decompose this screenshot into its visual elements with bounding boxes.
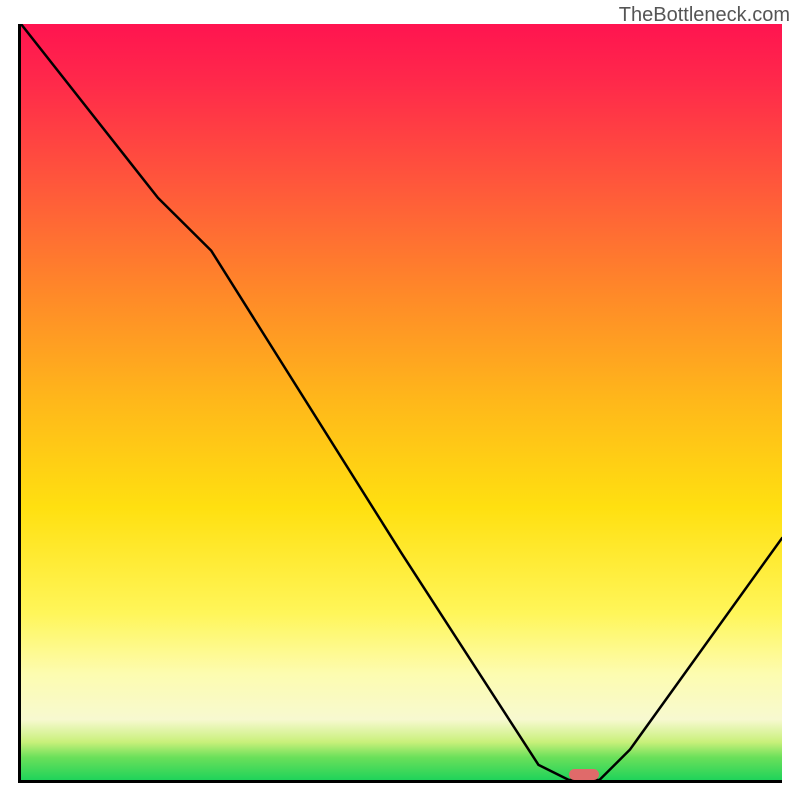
optimal-point-marker — [569, 769, 599, 780]
watermark-text: TheBottleneck.com — [619, 4, 790, 27]
plot-area — [21, 24, 782, 780]
x-axis — [18, 780, 782, 783]
chart-svg — [21, 24, 782, 780]
bottleneck-curve-line — [21, 24, 782, 780]
